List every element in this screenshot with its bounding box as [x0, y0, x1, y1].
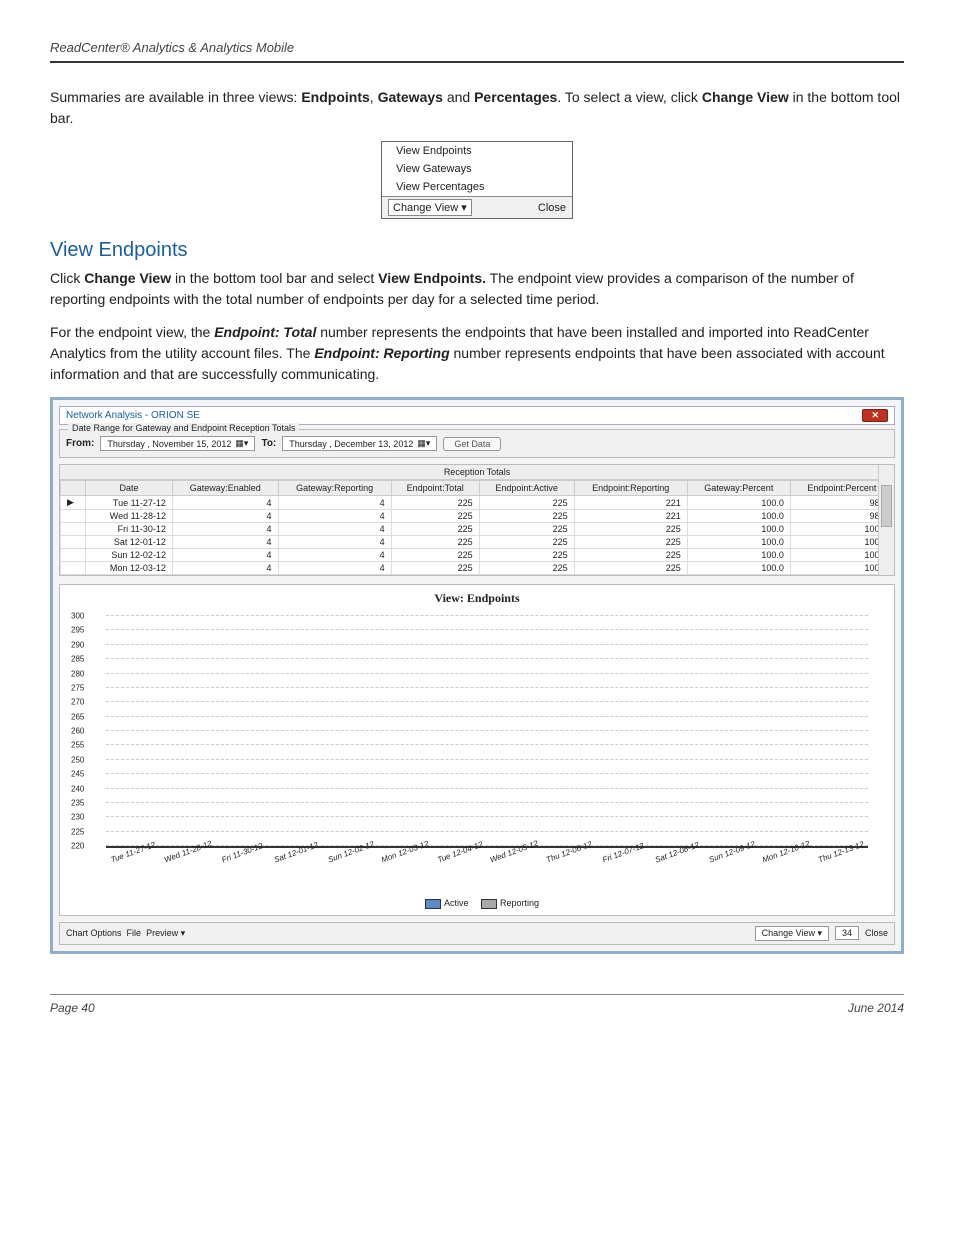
close-icon[interactable]: ✕ [862, 409, 888, 422]
preview-button[interactable]: Preview ▾ [146, 928, 185, 938]
reception-totals-table: Reception Totals DateGateway:EnabledGate… [59, 464, 895, 576]
endpoints-chart: View: Endpoints 220225230235240245250255… [59, 584, 895, 916]
chart-options-button[interactable]: Chart Options [66, 928, 122, 938]
intro-text: Summaries are available in three views: … [50, 87, 904, 129]
close-button[interactable]: Close [865, 928, 888, 938]
para-1: Click Change View in the bottom tool bar… [50, 268, 904, 310]
page-footer: Page 40 June 2014 [50, 994, 904, 1015]
para-2: For the endpoint view, the Endpoint: Tot… [50, 322, 904, 385]
to-date-picker[interactable]: Thursday , December 13, 2012▦▾ [282, 436, 437, 451]
menu-view-endpoints[interactable]: View Endpoints [382, 142, 572, 160]
section-title: View Endpoints [50, 239, 904, 262]
table-title: Reception Totals [60, 465, 894, 480]
calendar-icon: ▦▾ [417, 438, 430, 449]
change-view-button[interactable]: Change View ▾ [388, 199, 472, 216]
get-data-button[interactable]: Get Data [443, 437, 501, 451]
date-range-group: Date Range for Gateway and Endpoint Rece… [59, 429, 895, 458]
window-title: Network Analysis - ORION SE [66, 410, 200, 421]
change-view-menu: View Endpoints View Gateways View Percen… [381, 141, 573, 219]
chart-title: View: Endpoints [66, 591, 888, 606]
group-label: Date Range for Gateway and Endpoint Rece… [68, 423, 299, 433]
scrollbar[interactable] [878, 465, 894, 575]
file-button[interactable]: File [127, 928, 142, 938]
count-field: 34 [835, 926, 859, 940]
change-view-button[interactable]: Change View ▾ [755, 926, 829, 941]
to-label: To: [261, 438, 276, 449]
bottom-toolbar: Chart Options File Preview ▾ Change View… [59, 922, 895, 945]
menu-view-percentages[interactable]: View Percentages [382, 178, 572, 196]
page-number: Page 40 [50, 1001, 95, 1015]
page-date: June 2014 [848, 1001, 904, 1015]
doc-header: ReadCenter® Analytics & Analytics Mobile [50, 40, 904, 63]
calendar-icon: ▦▾ [235, 438, 248, 449]
chart-legend: Active Reporting [66, 898, 888, 909]
from-label: From: [66, 438, 94, 449]
close-button[interactable]: Close [538, 202, 566, 214]
from-date-picker[interactable]: Thursday , November 15, 2012▦▾ [100, 436, 255, 451]
screenshot-window: Network Analysis - ORION SE ✕ Date Range… [50, 397, 904, 954]
menu-view-gateways[interactable]: View Gateways [382, 160, 572, 178]
